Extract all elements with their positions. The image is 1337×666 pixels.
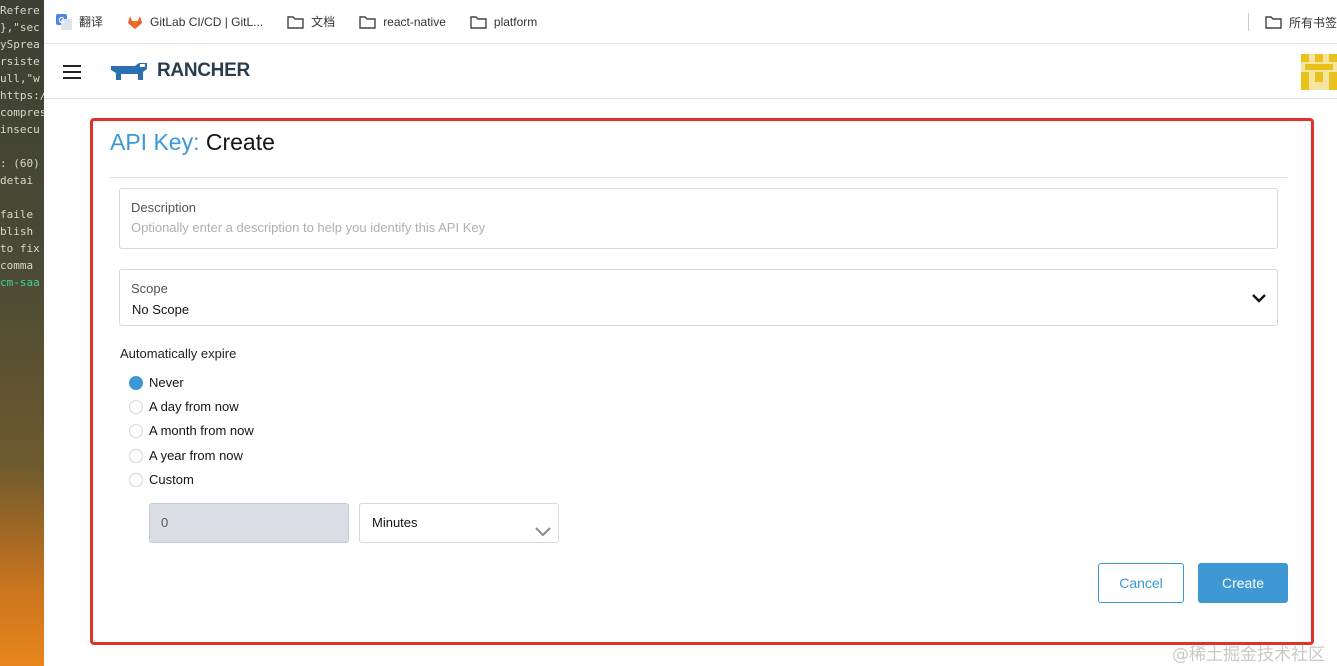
radio-label: Never [149,375,184,390]
scope-value: No Scope [132,302,190,317]
description-field[interactable]: Description Optionally enter a descripti… [119,188,1278,249]
terminal-line: detai [0,174,34,187]
bookmark-label: 文档 [311,15,336,29]
breadcrumb-api-key[interactable]: API Key: [110,129,199,155]
scope-select[interactable]: Scope No Scope [119,269,1278,326]
background-terminal: Refere },"sec ySprea rsiste ull,"w https… [0,0,44,666]
all-bookmarks[interactable]: 所有书签 [1247,13,1337,31]
terminal-line: cm-saa [0,276,40,289]
bookmark-label: platform [493,14,538,29]
terminal-line: rsiste [0,55,40,68]
terminal-line: ull,"w [0,72,40,85]
radio-button[interactable] [129,399,143,414]
bookmark-gitlab[interactable]: GitLab CI/CD | GitL... [127,14,263,30]
duration-unit-select[interactable]: Minutes [359,503,559,543]
google-translate-icon: G [56,13,72,30]
bookmark-label: 翻译 [79,15,104,29]
bookmark-platform-folder[interactable]: platform [470,15,537,29]
radio-button[interactable] [129,423,143,438]
radio-label: A year from now [149,448,243,463]
terminal-line: faile [0,208,34,221]
bookmark-react-native-folder[interactable]: react-native [359,15,446,29]
folder-icon [287,15,304,29]
page-title: API Key: Create [110,129,275,156]
terminal-line: insecu [0,123,40,136]
hamburger-menu-icon[interactable] [63,65,81,79]
svg-text:G: G [59,16,65,25]
radio-label: A month from now [149,423,254,438]
all-bookmarks-label: 所有书签 [1288,15,1337,30]
bookmark-translate[interactable]: G 翻译 [56,13,103,30]
radio-button[interactable] [129,472,143,487]
radio-never[interactable]: Never [129,375,184,390]
terminal-line: Refere [0,4,40,17]
radio-label: A day from now [149,399,239,414]
watermark: @稀土掘金技术社区 [1172,645,1325,665]
title-create: Create [205,129,275,155]
user-avatar-icon[interactable] [1301,54,1337,90]
terminal-line: ySprea [0,38,40,51]
logo-text: RANCHER [157,60,250,81]
terminal-line: to fix [0,242,40,255]
folder-icon [470,15,487,29]
rancher-cow-icon [111,63,147,80]
folder-icon [1265,15,1282,29]
radio-month[interactable]: A month from now [129,423,254,438]
duration-unit-value: Minutes [372,515,418,530]
bookmark-label: react-native [383,14,446,29]
terminal-line: https:/ [0,89,44,102]
rancher-logo[interactable]: RANCHER [109,60,250,82]
terminal-line: },"sec [0,21,40,34]
terminal-line: : (60) [0,157,40,170]
terminal-line: blish [0,225,34,238]
radio-button-selected[interactable] [129,375,143,390]
radio-button[interactable] [129,448,143,463]
chevron-down-icon [534,516,552,554]
gitlab-icon [127,14,143,30]
radio-label: Custom [149,472,194,487]
title-divider [110,177,1288,178]
radio-day[interactable]: A day from now [129,399,239,414]
app-header: RANCHER [44,44,1337,99]
radio-custom[interactable]: Custom [129,472,194,487]
radio-year[interactable]: A year from now [129,448,243,463]
terminal-line: compres [0,106,44,119]
create-button[interactable]: Create [1198,563,1288,603]
expire-label: Automatically expire [120,346,237,361]
scope-label: Scope [131,281,168,296]
bookmark-label: GitLab CI/CD | GitL... [150,14,264,29]
cancel-button[interactable]: Cancel [1098,563,1184,603]
custom-duration-input[interactable]: 0 [149,503,349,543]
bookmarks-bar: G 翻译 GitLab CI/CD | GitL... 文档 react-nat… [44,0,1337,44]
chevron-down-icon [1251,290,1267,311]
folder-icon [359,15,376,29]
description-label: Description [131,200,197,215]
bookmark-docs-folder[interactable]: 文档 [287,13,335,30]
terminal-line: comma [0,259,34,272]
description-placeholder: Optionally enter a description to help y… [131,220,486,235]
